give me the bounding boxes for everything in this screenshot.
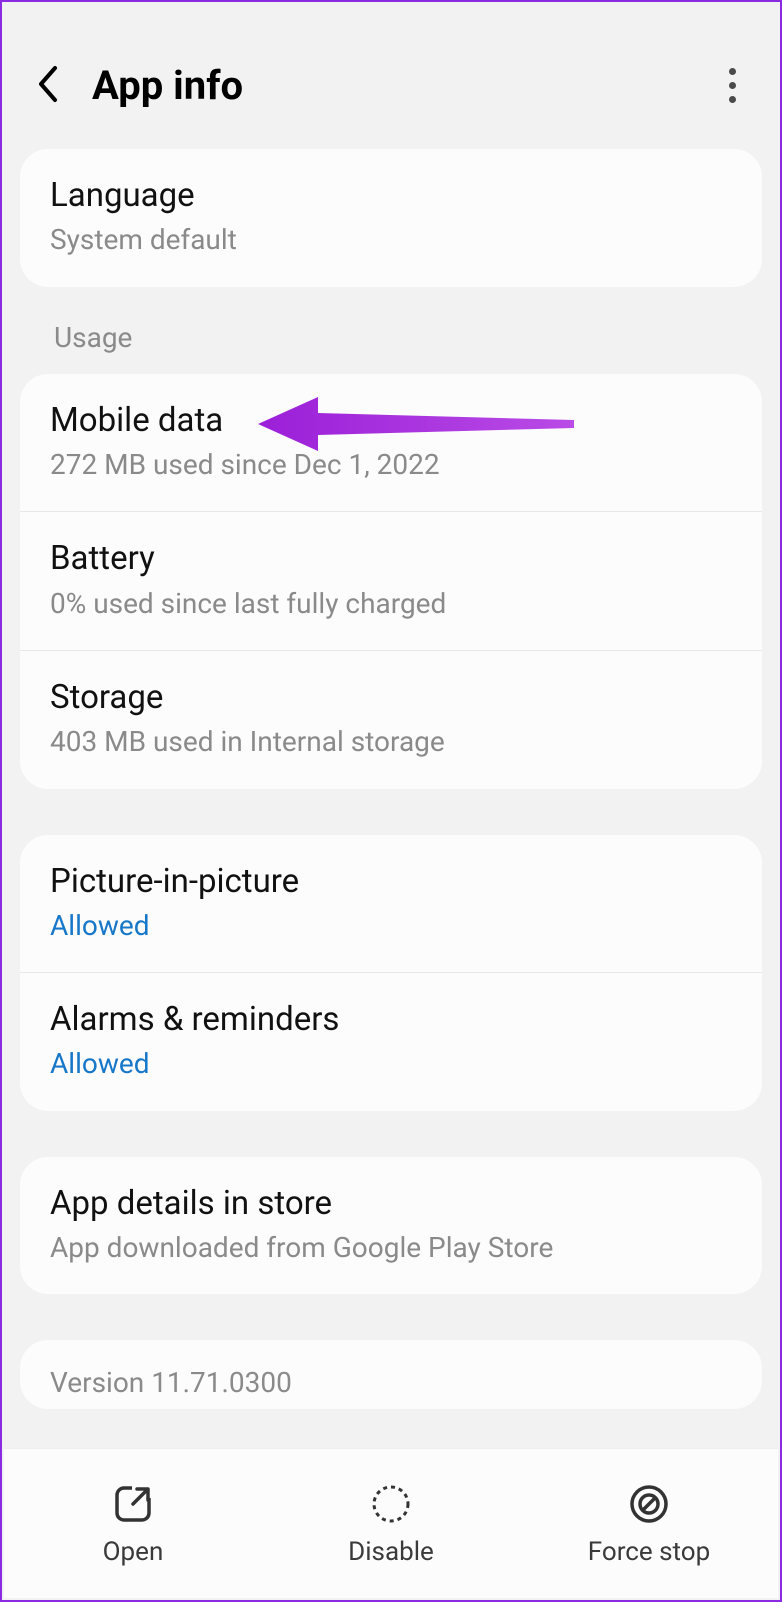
back-button[interactable]	[30, 69, 64, 103]
version-row: Version 11.71.0300	[20, 1340, 762, 1409]
language-row[interactable]: Language System default	[20, 149, 762, 287]
storage-row[interactable]: Storage 403 MB used in Internal storage	[20, 650, 762, 789]
pip-title: Picture-in-picture	[50, 861, 732, 902]
store-title: App details in store	[50, 1183, 732, 1224]
version-label: Version 11.71.0300	[50, 1366, 732, 1399]
force-stop-button[interactable]: Force stop	[520, 1449, 778, 1598]
alarms-sub: Allowed	[50, 1046, 732, 1082]
open-button[interactable]: Open	[4, 1449, 262, 1598]
bottom-action-bar: Open Disable Force stop	[4, 1448, 778, 1598]
alarms-title: Alarms & reminders	[50, 999, 732, 1040]
store-details-row[interactable]: App details in store App downloaded from…	[20, 1157, 762, 1295]
disable-icon	[369, 1481, 413, 1527]
alarms-row[interactable]: Alarms & reminders Allowed	[20, 972, 762, 1111]
disable-button[interactable]: Disable	[262, 1449, 520, 1598]
pip-sub: Allowed	[50, 908, 732, 944]
more-vertical-icon	[729, 68, 736, 75]
disable-label: Disable	[348, 1537, 434, 1567]
battery-title: Battery	[50, 538, 732, 579]
battery-sub: 0% used since last fully charged	[50, 586, 732, 622]
storage-title: Storage	[50, 677, 732, 718]
force-stop-label: Force stop	[588, 1537, 710, 1567]
storage-sub: 403 MB used in Internal storage	[50, 724, 732, 760]
page-title: App info	[92, 62, 712, 109]
language-sub: System default	[50, 222, 732, 258]
store-sub: App downloaded from Google Play Store	[50, 1230, 732, 1266]
open-icon	[111, 1481, 155, 1527]
language-title: Language	[50, 175, 732, 216]
pip-row[interactable]: Picture-in-picture Allowed	[20, 835, 762, 973]
mobile-data-title: Mobile data	[50, 400, 732, 441]
chevron-left-icon	[34, 64, 60, 108]
force-stop-icon	[627, 1481, 671, 1527]
open-label: Open	[103, 1537, 164, 1567]
usage-section-label: Usage	[20, 287, 762, 374]
more-options-button[interactable]	[712, 64, 752, 108]
mobile-data-row[interactable]: Mobile data 272 MB used since Dec 1, 202…	[20, 374, 762, 512]
battery-row[interactable]: Battery 0% used since last fully charged	[20, 511, 762, 650]
mobile-data-sub: 272 MB used since Dec 1, 2022	[50, 447, 732, 483]
